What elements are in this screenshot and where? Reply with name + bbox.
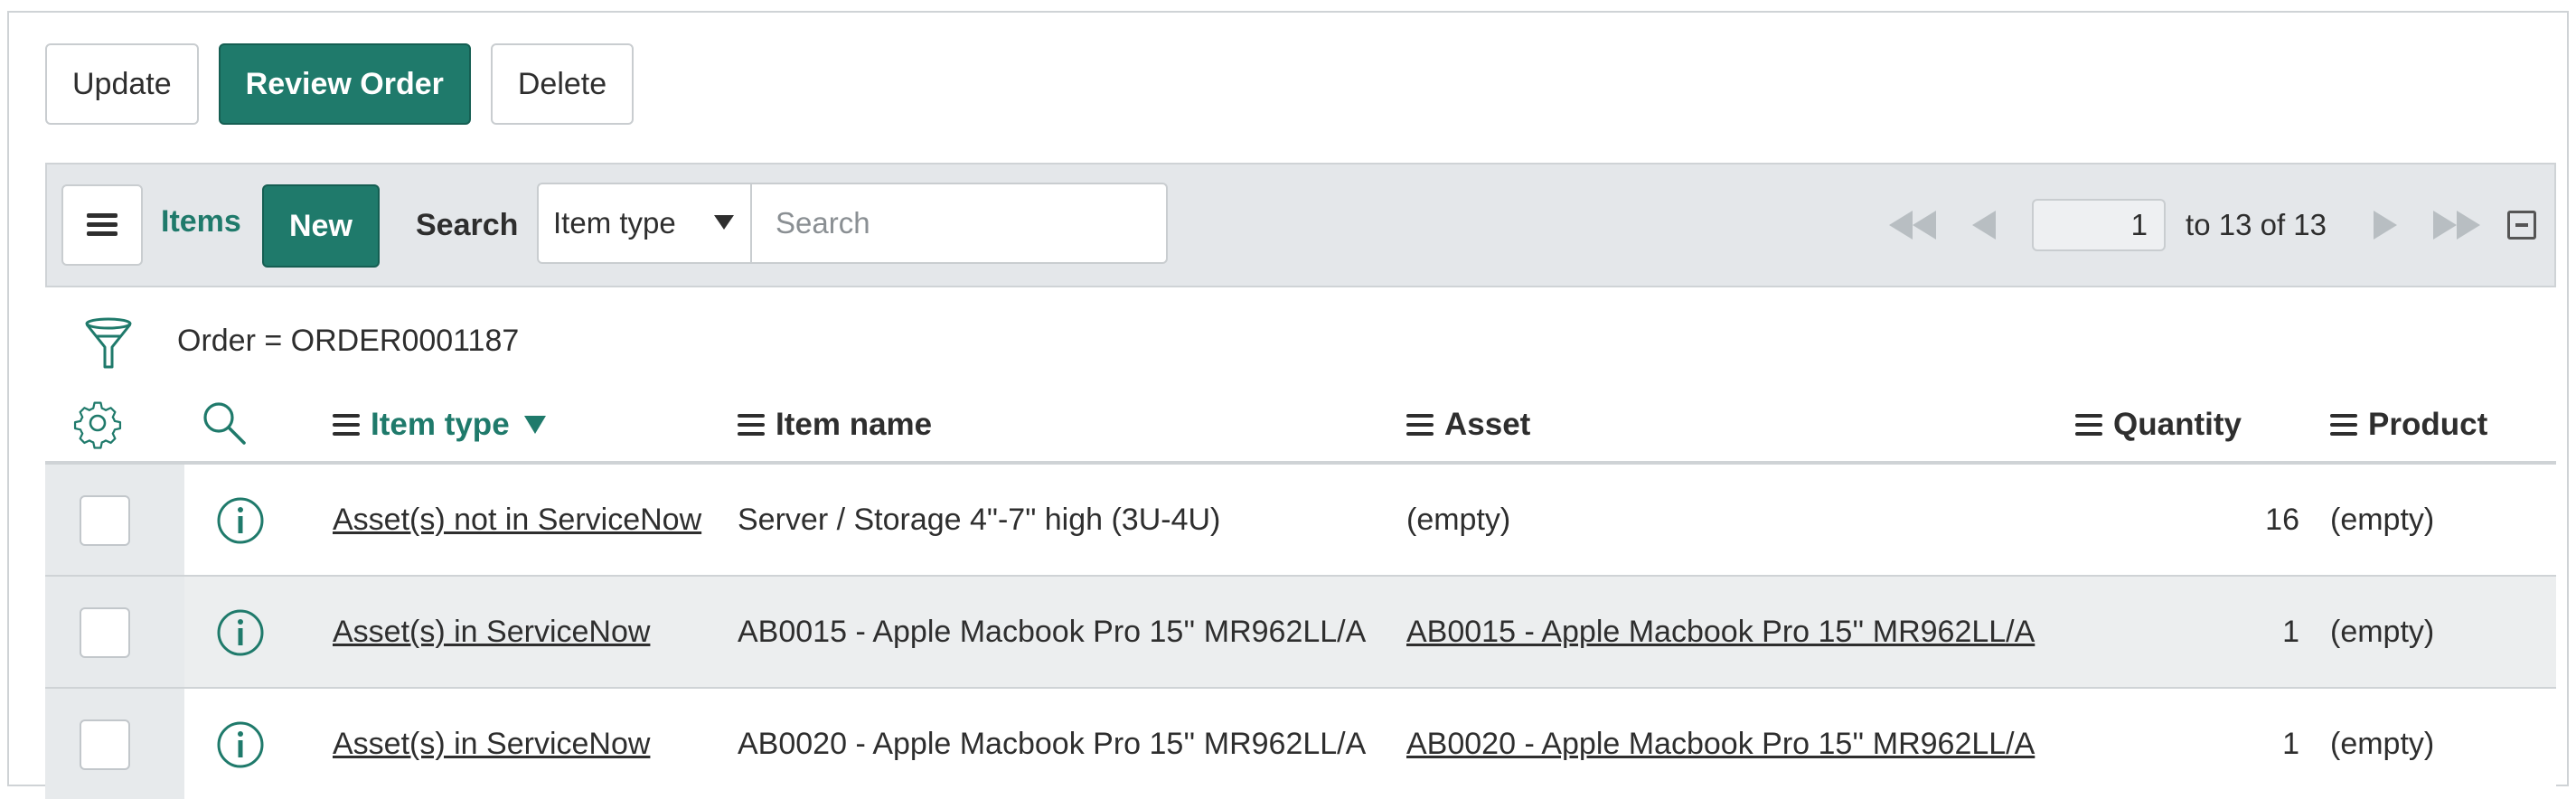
form-actions: Update Review Order Delete xyxy=(45,43,635,125)
column-menu-icon[interactable] xyxy=(2330,414,2357,436)
next-page-icon[interactable] xyxy=(2374,211,2397,240)
column-header-item-type[interactable]: Item type xyxy=(333,407,546,443)
quantity-cell: 16 xyxy=(2265,503,2299,537)
first-page-icon[interactable] xyxy=(1889,211,1937,240)
previous-page-icon[interactable] xyxy=(1972,211,1997,240)
table-row: Asset(s) in ServiceNow AB0020 - Apple Ma… xyxy=(45,689,2556,799)
row-checkbox[interactable] xyxy=(80,607,130,658)
filter-breadcrumb[interactable]: Order = ORDER0001187 xyxy=(177,324,519,359)
column-header-row: Item type Item name Asset Quantity Produ… xyxy=(45,387,2556,465)
column-header-quantity[interactable]: Quantity xyxy=(2075,407,2242,443)
item-type-link[interactable]: Asset(s) in ServiceNow xyxy=(333,727,650,762)
row-checkbox[interactable] xyxy=(80,719,130,770)
column-header-asset[interactable]: Asset xyxy=(1406,407,1530,443)
gear-icon[interactable] xyxy=(71,396,125,455)
info-icon[interactable] xyxy=(215,719,266,775)
related-list-frame: Update Review Order Delete Items New Sea… xyxy=(7,11,2569,799)
item-type-link[interactable]: Asset(s) in ServiceNow xyxy=(333,615,650,650)
asset-link[interactable]: AB0015 - Apple Macbook Pro 15'' MR962LL/… xyxy=(1406,615,2035,650)
quantity-cell: 1 xyxy=(2282,615,2299,649)
product-cell: (empty) xyxy=(2330,615,2435,649)
filter-icon[interactable] xyxy=(83,316,134,375)
quantity-cell: 1 xyxy=(2282,727,2299,761)
column-header-item-name[interactable]: Item name xyxy=(738,407,932,443)
table-row: Asset(s) not in ServiceNow Server / Stor… xyxy=(45,465,2556,577)
item-name-cell: AB0015 - Apple Macbook Pro 15'' MR962LL/… xyxy=(738,615,1367,649)
search-input[interactable] xyxy=(752,184,1166,262)
item-name-cell: Server / Storage 4"-7" high (3U-4U) xyxy=(738,503,1221,537)
record-range-text: to 13 of 13 xyxy=(2186,208,2327,241)
collapse-list-icon[interactable] xyxy=(2507,211,2536,240)
info-icon[interactable] xyxy=(215,607,266,663)
item-type-link[interactable]: Asset(s) not in ServiceNow xyxy=(333,503,701,538)
list-menu-button[interactable] xyxy=(61,184,143,266)
pagination: to 13 of 13 xyxy=(1889,164,2536,286)
asset-cell: (empty) xyxy=(1406,503,1511,537)
asset-link[interactable]: AB0020 - Apple Macbook Pro 15'' MR962LL/… xyxy=(1406,727,2035,762)
search-label: Search xyxy=(416,208,519,242)
caret-down-icon xyxy=(714,215,734,230)
table-body: Asset(s) not in ServiceNow Server / Stor… xyxy=(45,465,2556,799)
last-page-icon[interactable] xyxy=(2433,211,2480,240)
column-header-product[interactable]: Product xyxy=(2330,407,2487,443)
page-number-input[interactable] xyxy=(2032,199,2167,251)
new-button[interactable]: New xyxy=(262,184,380,268)
table-row: Asset(s) in ServiceNow AB0015 - Apple Ma… xyxy=(45,577,2556,689)
sort-descending-icon xyxy=(523,416,546,434)
search-field-select[interactable]: Item type xyxy=(539,184,752,262)
item-name-cell: AB0020 - Apple Macbook Pro 15'' MR962LL/… xyxy=(738,727,1367,761)
review-order-button[interactable]: Review Order xyxy=(218,43,471,125)
column-menu-icon[interactable] xyxy=(738,414,765,436)
row-checkbox[interactable] xyxy=(80,495,130,546)
search-box: Item type xyxy=(537,183,1168,264)
update-button[interactable]: Update xyxy=(45,43,199,125)
column-menu-icon[interactable] xyxy=(2075,414,2102,436)
column-menu-icon[interactable] xyxy=(1406,414,1434,436)
delete-button[interactable]: Delete xyxy=(490,43,635,125)
product-cell: (empty) xyxy=(2330,503,2435,537)
column-menu-icon[interactable] xyxy=(333,414,360,436)
search-field-value: Item type xyxy=(553,206,676,240)
list-header-bar: Items New Search Item type to 13 of 13 xyxy=(45,163,2556,287)
info-icon[interactable] xyxy=(215,495,266,550)
product-cell: (empty) xyxy=(2330,727,2435,761)
hamburger-icon xyxy=(87,213,118,237)
search-column-icon[interactable] xyxy=(199,398,249,453)
list-title[interactable]: Items xyxy=(161,204,241,240)
